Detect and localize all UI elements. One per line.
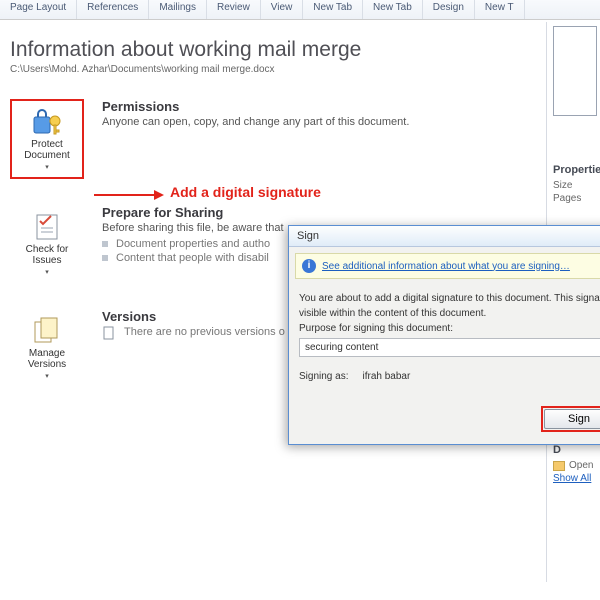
chevron-down-icon: ▾ <box>45 163 49 171</box>
permissions-text: Anyone can open, copy, and change any pa… <box>102 116 409 128</box>
tab-mailings[interactable]: Mailings <box>149 0 207 19</box>
dialog-body-1: You are about to add a digital signature… <box>299 293 600 304</box>
doc-icon <box>102 326 116 340</box>
show-all-properties[interactable]: Show All <box>553 473 600 484</box>
prop-pages: Pages <box>553 193 600 204</box>
folder-icon <box>553 461 565 471</box>
sign-button[interactable]: Sign <box>544 409 600 429</box>
prepare-heading: Prepare for Sharing <box>102 205 284 220</box>
doc-thumbnail <box>553 26 597 116</box>
open-file-location[interactable]: Open <box>553 460 600 471</box>
versions-icon <box>31 316 63 346</box>
signing-as-value: ifrah babar <box>362 371 410 382</box>
bullet-1: Document properties and autho <box>102 238 284 250</box>
versions-heading: Versions <box>102 309 285 324</box>
check-label: Check for Issues <box>13 244 81 266</box>
manage-versions-button[interactable]: Manage Versions ▾ <box>10 309 84 387</box>
checklist-icon <box>31 212 63 242</box>
info-icon: i <box>302 259 316 273</box>
purpose-input[interactable]: securing content <box>299 338 600 357</box>
protect-document-button[interactable]: Protect Document ▾ <box>10 99 84 179</box>
tab-view[interactable]: View <box>261 0 304 19</box>
sign-button-highlight: Sign <box>541 406 600 432</box>
versions-text: There are no previous versions o <box>102 326 285 340</box>
versions-label: Manage Versions <box>13 348 81 370</box>
tab-new-3[interactable]: New T <box>475 0 525 19</box>
dialog-info-bar: i See additional information about what … <box>295 253 600 279</box>
dialog-body-2: visible within the content of this docum… <box>299 308 600 319</box>
tab-references[interactable]: References <box>77 0 149 19</box>
chevron-down-icon: ▾ <box>45 268 49 276</box>
page-title: Information about working mail merge <box>10 38 588 62</box>
file-path: C:\Users\Mohd. Azhar\Documents\working m… <box>10 64 588 75</box>
tab-new-2[interactable]: New Tab <box>363 0 423 19</box>
purpose-label: Purpose for signing this document: <box>299 323 600 334</box>
tab-design[interactable]: Design <box>423 0 475 19</box>
tab-review[interactable]: Review <box>207 0 261 19</box>
annotation-arrow-icon <box>94 188 164 202</box>
check-for-issues-button[interactable]: Check for Issues ▾ <box>10 205 84 283</box>
tab-page-layout[interactable]: Page Layout <box>0 0 77 19</box>
info-link[interactable]: See additional information about what yo… <box>322 261 570 272</box>
protect-label: Protect Document <box>14 139 80 161</box>
annotation-callout: Add a digital signature <box>170 184 321 200</box>
ribbon-tabs: Page Layout References Mailings Review V… <box>0 0 600 20</box>
tab-new-1[interactable]: New Tab <box>303 0 363 19</box>
section-permissions: Protect Document ▾ Permissions Anyone ca… <box>10 99 588 179</box>
dialog-title: Sign <box>289 226 600 247</box>
prepare-text: Before sharing this file, be aware that <box>102 222 284 234</box>
lock-key-icon <box>31 107 63 137</box>
properties-heading: Propertie <box>553 164 600 176</box>
bullet-2: Content that people with disabil <box>102 252 284 264</box>
permissions-heading: Permissions <box>102 99 409 114</box>
sign-dialog: Sign i See additional information about … <box>288 225 600 445</box>
chevron-down-icon: ▾ <box>45 372 49 380</box>
prop-size: Size <box>553 180 600 191</box>
signing-as-label: Signing as: <box>299 371 348 382</box>
